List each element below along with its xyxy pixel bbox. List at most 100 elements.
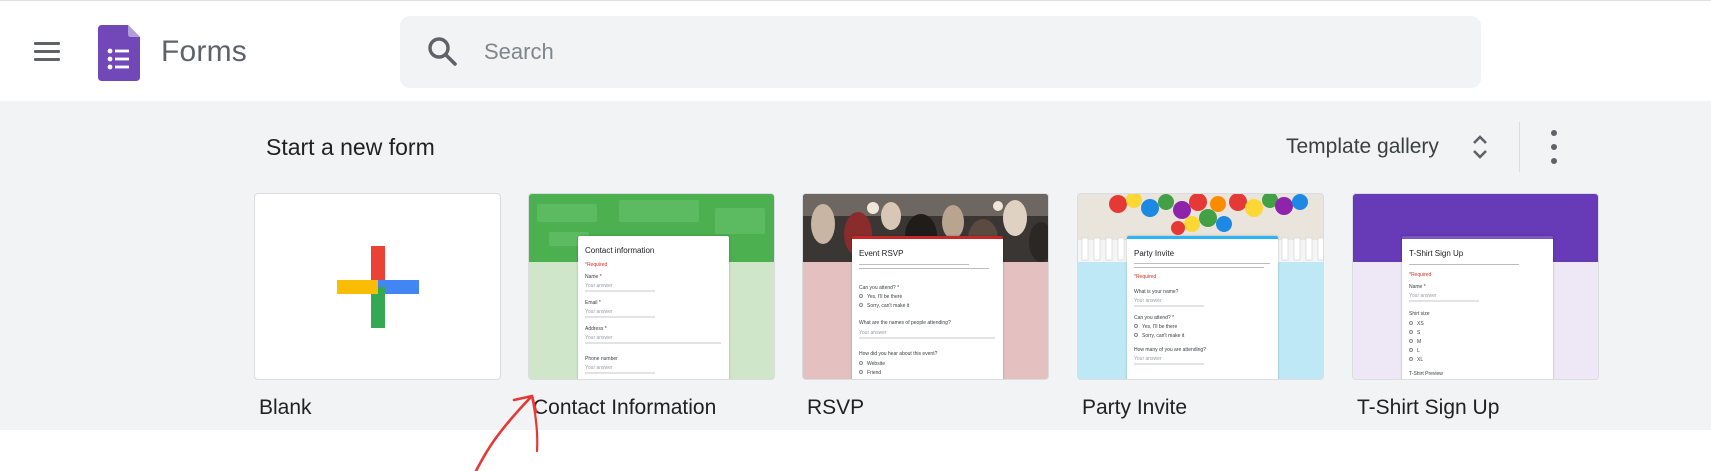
preview-radio bbox=[1134, 333, 1138, 337]
preview-option: XL bbox=[1417, 357, 1424, 363]
preview-answer-placeholder: Your answer bbox=[859, 330, 887, 336]
preview-form-title: T-Shirt Sign Up bbox=[1409, 249, 1464, 258]
template-thumbnail[interactable] bbox=[254, 193, 501, 380]
form-preview: T-Shirt Sign Up *Required Name * Your an… bbox=[1402, 236, 1553, 379]
preview-description-line bbox=[859, 268, 989, 269]
preview-answer-placeholder: Your answer bbox=[585, 283, 613, 289]
preview-option: Sorry, can't make it bbox=[867, 303, 910, 309]
template-gallery-label: Template gallery bbox=[1286, 135, 1439, 158]
preview-radio bbox=[1409, 348, 1413, 352]
plus-icon bbox=[337, 246, 419, 328]
template-thumbnail[interactable]: Party Invite *Required What is your name… bbox=[1077, 193, 1324, 380]
preview-option: Sorry, can't make it bbox=[1142, 333, 1185, 339]
template-label[interactable]: Blank bbox=[259, 396, 312, 420]
preview-form-title: Party Invite bbox=[1134, 249, 1175, 258]
preview-form-title: Contact information bbox=[585, 246, 655, 255]
preview-description-line bbox=[1134, 263, 1270, 264]
preview-question: Can you attend? * bbox=[859, 285, 900, 291]
toolbar-divider bbox=[1519, 122, 1520, 172]
preview-field-label: Phone number bbox=[585, 356, 618, 362]
more-dot bbox=[1551, 144, 1557, 150]
section-title: Start a new form bbox=[266, 134, 435, 160]
template-label[interactable]: T-Shirt Sign Up bbox=[1357, 396, 1499, 420]
preview-field-label: Name * bbox=[1409, 284, 1426, 290]
template-rsvp[interactable]: Event RSVP Can you attend? * Yes, I'll b… bbox=[802, 193, 1049, 431]
template-tshirt-signup[interactable]: T-Shirt Sign Up *Required Name * Your an… bbox=[1352, 193, 1599, 431]
preview-question: How did you hear about this event? bbox=[859, 351, 938, 357]
app-title[interactable]: Forms bbox=[161, 35, 247, 69]
preview-radio bbox=[1409, 321, 1413, 325]
template-thumbnail[interactable]: T-Shirt Sign Up *Required Name * Your an… bbox=[1352, 193, 1599, 380]
banner-pattern bbox=[619, 200, 699, 222]
preview-option: XS bbox=[1417, 321, 1424, 327]
template-label[interactable]: RSVP bbox=[807, 396, 864, 420]
more-dot bbox=[1551, 158, 1557, 164]
menu-bar bbox=[34, 58, 60, 61]
preview-description-line bbox=[1134, 267, 1264, 268]
preview-answer-placeholder: Your answer bbox=[585, 335, 613, 341]
preview-option: M bbox=[1417, 339, 1422, 345]
preview-option: Website bbox=[867, 361, 885, 367]
preview-question: What are the names of people attending? bbox=[859, 320, 951, 326]
annotation-arrow-icon bbox=[474, 394, 539, 471]
search-icon[interactable] bbox=[426, 35, 460, 69]
banner-pattern bbox=[537, 204, 597, 222]
preview-required-note: *Required bbox=[585, 262, 608, 268]
form-preview: Event RSVP Can you attend? * Yes, I'll b… bbox=[852, 236, 1003, 379]
forms-logo-icon[interactable] bbox=[98, 25, 140, 81]
preview-answer-line bbox=[859, 337, 995, 339]
top-app-bar: Forms bbox=[0, 0, 1711, 101]
preview-required-note: *Required bbox=[1409, 272, 1432, 278]
preview-option: S bbox=[1417, 330, 1421, 336]
preview-option: Yes, I'll be there bbox=[1142, 324, 1178, 330]
more-dot bbox=[1551, 130, 1557, 136]
more-options-button[interactable] bbox=[1542, 126, 1566, 168]
preview-answer-placeholder: Your answer bbox=[1134, 298, 1162, 304]
preview-answer-line bbox=[585, 316, 655, 318]
preview-answer-placeholder: Your answer bbox=[585, 365, 613, 371]
form-preview: Contact information *Required Name * You… bbox=[578, 236, 729, 379]
template-thumbnail[interactable]: Event RSVP Can you attend? * Yes, I'll b… bbox=[802, 193, 1049, 380]
template-party-invite[interactable]: Party Invite *Required What is your name… bbox=[1077, 193, 1324, 431]
preview-field-label: Shirt size bbox=[1409, 311, 1430, 317]
preview-question: How many of you are attending? bbox=[1134, 347, 1206, 353]
template-thumbnail[interactable]: Contact information *Required Name * You… bbox=[528, 193, 775, 380]
preview-answer-line bbox=[585, 342, 721, 344]
preview-field-label: T-Shirt Preview bbox=[1409, 371, 1443, 377]
preview-field-label: Name * bbox=[585, 274, 602, 280]
preview-answer-line bbox=[585, 290, 655, 292]
menu-bar bbox=[34, 50, 60, 53]
preview-answer-line bbox=[1134, 305, 1204, 307]
preview-description-line bbox=[1409, 264, 1519, 265]
main-menu-button[interactable] bbox=[28, 37, 64, 69]
preview-description-line bbox=[859, 264, 969, 265]
preview-field-label: Email * bbox=[585, 300, 601, 306]
preview-field-label: Address * bbox=[585, 326, 607, 332]
preview-radio bbox=[1409, 330, 1413, 334]
preview-answer-placeholder: Your answer bbox=[1409, 293, 1437, 299]
preview-radio bbox=[1409, 357, 1413, 361]
forms-home: Forms Start a new form Template gallery bbox=[0, 0, 1711, 471]
preview-answer-line bbox=[1409, 300, 1479, 302]
form-preview: Party Invite *Required What is your name… bbox=[1127, 236, 1278, 379]
preview-question: What is your name? bbox=[1134, 289, 1179, 295]
preview-radio bbox=[859, 303, 863, 307]
preview-radio bbox=[1134, 324, 1138, 328]
template-label[interactable]: Party Invite bbox=[1082, 396, 1187, 420]
preview-option: Yes, I'll be there bbox=[867, 294, 903, 300]
preview-form-title: Event RSVP bbox=[859, 249, 904, 258]
banner-pattern bbox=[715, 208, 765, 234]
search-input[interactable] bbox=[484, 32, 1384, 72]
preview-question: Can you attend? * bbox=[1134, 315, 1175, 321]
preview-radio bbox=[859, 294, 863, 298]
preview-answer-placeholder: Your answer bbox=[1134, 356, 1162, 362]
preview-option: Friend bbox=[867, 370, 882, 376]
unfold-more-icon bbox=[1473, 135, 1487, 159]
template-gallery-button[interactable]: Template gallery bbox=[1275, 124, 1495, 170]
search-box[interactable] bbox=[400, 16, 1481, 88]
preview-option: L bbox=[1417, 348, 1420, 354]
menu-bar bbox=[34, 42, 60, 45]
preview-answer-line bbox=[1134, 363, 1204, 365]
preview-required-note: *Required bbox=[1134, 274, 1157, 280]
preview-answer-line bbox=[585, 372, 655, 374]
